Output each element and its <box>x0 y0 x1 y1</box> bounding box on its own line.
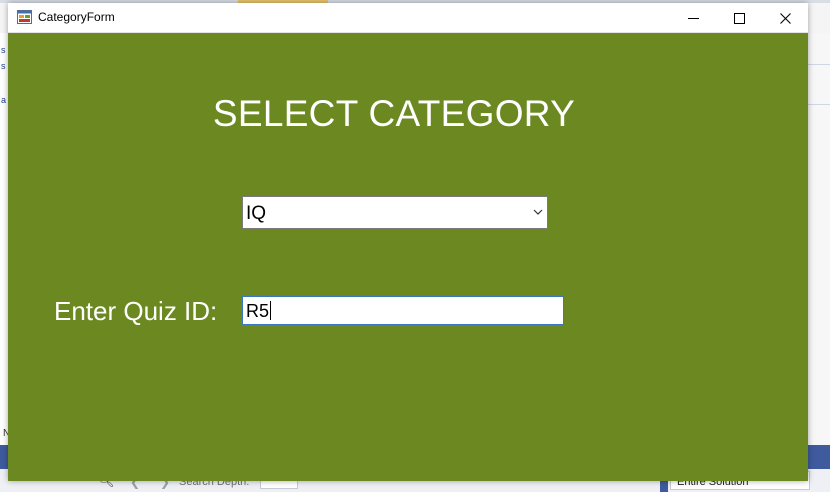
window-title: CategoryForm <box>38 10 115 24</box>
app-form-icon <box>17 10 32 24</box>
text-caret <box>270 301 272 320</box>
ide-margin-glyph: s <box>1 45 6 55</box>
ide-margin-glyph: s <box>1 61 6 71</box>
ide-right-panel: 18 <box>808 33 830 472</box>
maximize-icon <box>733 12 745 24</box>
close-icon <box>779 12 791 24</box>
minimize-button[interactable] <box>670 3 716 33</box>
ide-margin-glyph: a <box>1 95 7 105</box>
maximize-button[interactable] <box>716 3 762 33</box>
category-selected-value: IQ <box>246 203 267 224</box>
ide-divider <box>808 64 830 65</box>
quiz-id-input[interactable]: R5 <box>242 296 564 325</box>
category-dropdown[interactable]: IQ <box>242 196 548 229</box>
chevron-down-icon[interactable] <box>532 206 544 218</box>
close-button[interactable] <box>762 3 808 33</box>
title-bar[interactable]: CategoryForm <box>8 3 808 33</box>
page-title: SELECT CATEGORY <box>212 93 576 134</box>
form-client-area: SELECT CATEGORY IQ Enter Quiz ID: R5 <box>8 33 808 481</box>
ide-divider <box>808 104 830 105</box>
quiz-id-value: R5 <box>246 301 272 322</box>
ide-code-margin: s s a <box>0 33 8 453</box>
category-form-window: CategoryForm SELECT CATEGORY IQ Enter Qu… <box>8 3 808 481</box>
quiz-id-label: Enter Quiz ID: <box>54 296 218 326</box>
quiz-id-text: R5 <box>246 301 270 321</box>
minimize-icon <box>687 17 699 19</box>
